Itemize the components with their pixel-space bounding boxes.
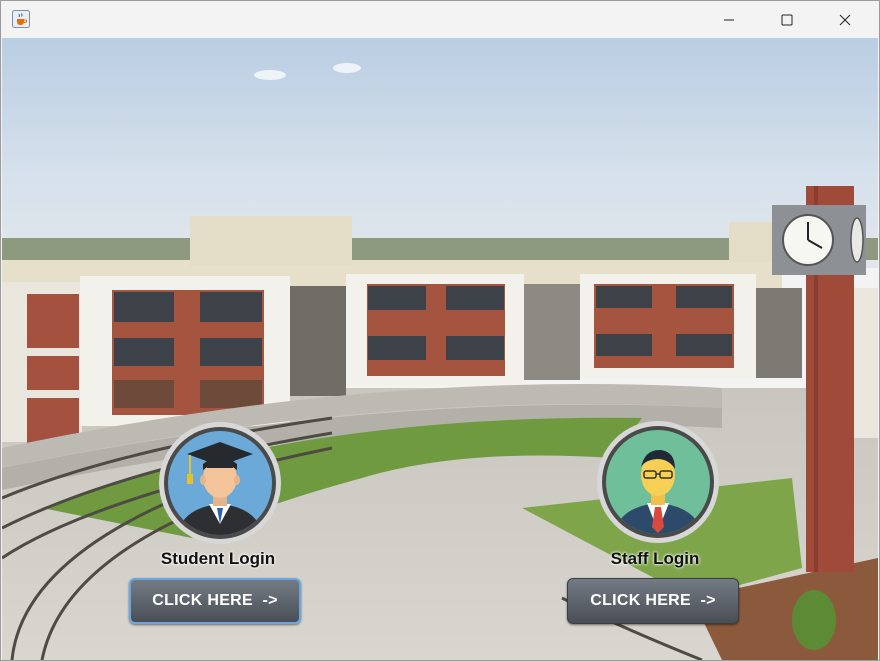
login-panel: Student Login Staff Login CLICK HERE -> … bbox=[2, 38, 878, 660]
staff-login-button[interactable]: CLICK HERE -> bbox=[567, 578, 739, 624]
student-login-label: Student Login bbox=[160, 549, 276, 568]
staff-login-label: Staff Login bbox=[610, 549, 700, 568]
student-login-button[interactable]: CLICK HERE -> bbox=[129, 578, 301, 624]
title-bar[interactable] bbox=[1, 1, 879, 38]
maximize-button[interactable] bbox=[759, 1, 815, 38]
close-icon bbox=[839, 14, 851, 25]
close-button[interactable] bbox=[817, 1, 873, 38]
app-window: Student Login Staff Login CLICK HERE -> … bbox=[0, 0, 880, 661]
graduate-student-avatar-icon bbox=[159, 422, 281, 544]
minimize-button[interactable] bbox=[701, 1, 757, 38]
staff-businessman-avatar-icon bbox=[597, 421, 719, 543]
minimize-icon bbox=[724, 19, 734, 20]
java-cup-icon bbox=[12, 10, 30, 28]
maximize-icon bbox=[781, 14, 793, 25]
